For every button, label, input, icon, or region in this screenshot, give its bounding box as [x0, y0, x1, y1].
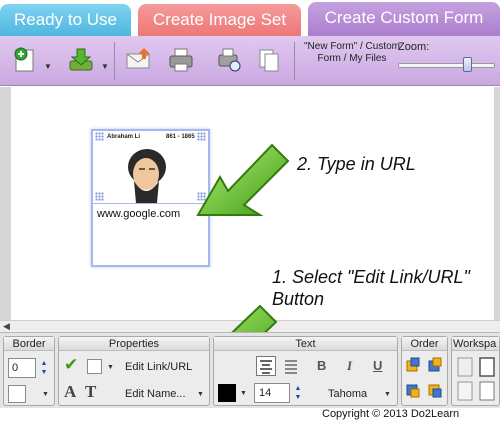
- toolbar-divider: [294, 42, 295, 80]
- underline-button[interactable]: U: [373, 358, 382, 373]
- toolbar-divider: [114, 42, 115, 80]
- italic-button[interactable]: I: [347, 358, 352, 374]
- properties-group-title: Properties: [59, 337, 209, 351]
- text-group: Text B I U ▼ 14 ▲ ▼ Tahoma ▼: [213, 336, 398, 406]
- chevron-down-icon[interactable]: ▼: [44, 62, 52, 71]
- fill-color-swatch[interactable]: [87, 359, 102, 374]
- instruction-step-1: 1. Select "Edit Link/URL" Button: [272, 267, 470, 309]
- stepper-down-icon[interactable]: ▼: [292, 393, 304, 402]
- chevron-down-icon[interactable]: ▼: [384, 391, 391, 398]
- tab-ready-to-use[interactable]: Ready to Use: [0, 4, 131, 36]
- zoom-slider-track[interactable]: [398, 63, 495, 68]
- order-group: Order: [401, 336, 448, 406]
- green-arrow-icon: [196, 143, 290, 216]
- border-width-stepper[interactable]: ▲ ▼: [38, 359, 50, 377]
- align-justify-icon[interactable]: [282, 357, 300, 375]
- tab-bar: Ready to Use Create Image Set Create Cus…: [0, 0, 500, 38]
- chevron-down-icon[interactable]: ▼: [107, 364, 114, 371]
- zoom-slider-thumb[interactable]: [463, 57, 472, 72]
- download-tray-icon: [69, 48, 93, 71]
- current-form-path: "New Form" / Custom Form / My Files: [303, 41, 400, 64]
- workspace-view-icons[interactable]: [456, 356, 498, 404]
- zoom-label: Zoom:: [398, 41, 430, 53]
- chevron-down-icon[interactable]: ▼: [197, 391, 204, 398]
- resize-grip-icon[interactable]: [95, 192, 104, 201]
- bold-button[interactable]: B: [317, 358, 326, 373]
- border-group: Border 0 ▲ ▼ ▼: [3, 336, 55, 406]
- new-page-icon: [14, 47, 34, 72]
- email-icon: [126, 48, 150, 69]
- print-button[interactable]: [166, 45, 196, 75]
- resize-grip-icon[interactable]: [95, 132, 104, 141]
- border-color-swatch[interactable]: [8, 385, 26, 403]
- edit-name-button[interactable]: Edit Name...: [125, 388, 186, 400]
- workspace-group-title: Workspa: [452, 337, 499, 351]
- card-url-text[interactable]: www.google.com: [97, 208, 180, 220]
- text-style-icon[interactable]: A: [64, 382, 76, 402]
- properties-group: Properties ✔ ▼ Edit Link/URL A T Edit Na…: [58, 336, 210, 406]
- workspace-group: Workspa: [451, 336, 500, 406]
- chevron-down-icon[interactable]: ▼: [42, 391, 49, 398]
- font-size-stepper[interactable]: ▲ ▼: [292, 384, 304, 402]
- new-page-button[interactable]: [10, 45, 40, 75]
- text-color-swatch[interactable]: [218, 384, 236, 402]
- copy-pages-icon: [259, 49, 279, 72]
- font-size-input[interactable]: 14: [254, 383, 290, 403]
- border-width-value: 0: [12, 362, 19, 374]
- tab-create-custom-form[interactable]: Create Custom Form: [308, 2, 500, 38]
- border-width-input[interactable]: 0: [8, 358, 36, 378]
- toolbar: ▼ ▼ "New Form" / Custom Form / My Files …: [0, 36, 500, 86]
- align-center-button[interactable]: [256, 356, 276, 376]
- chevron-down-icon[interactable]: ▼: [240, 390, 247, 397]
- edit-link-url-button[interactable]: Edit Link/URL: [125, 361, 192, 373]
- stepper-up-icon[interactable]: ▲: [292, 384, 304, 393]
- printer-icon: [169, 48, 193, 72]
- chevron-down-icon[interactable]: ▼: [101, 62, 109, 71]
- layer-order-icons: [406, 357, 442, 398]
- copyright-text: Copyright © 2013 Do2Learn: [322, 408, 460, 420]
- border-group-title: Border: [4, 337, 54, 351]
- tab-create-image-set[interactable]: Create Image Set: [138, 4, 301, 36]
- stepper-down-icon[interactable]: ▼: [38, 368, 50, 377]
- email-button[interactable]: [124, 45, 154, 75]
- properties-panel: Border 0 ▲ ▼ ▼ Properties ✔ ▼ Edit Link/…: [0, 332, 500, 408]
- clear-format-icon[interactable]: T: [85, 382, 96, 402]
- scroll-left-icon[interactable]: ◀: [3, 321, 10, 332]
- text-group-title: Text: [214, 337, 397, 351]
- app-window: Ready to Use Create Image Set Create Cus…: [0, 0, 500, 423]
- font-size-value: 14: [259, 387, 272, 399]
- checkmark-icon[interactable]: ✔: [64, 355, 78, 375]
- save-button[interactable]: [66, 45, 96, 75]
- font-family-select[interactable]: Tahoma: [328, 388, 367, 400]
- stepper-up-icon[interactable]: ▲: [38, 359, 50, 368]
- align-center-icon: [260, 360, 272, 374]
- instruction-step-2: 2. Type in URL: [297, 154, 416, 174]
- order-group-title: Order: [402, 337, 447, 351]
- print-preview-icon: [218, 48, 241, 72]
- print-preview-button[interactable]: [214, 45, 244, 75]
- copy-button[interactable]: [254, 45, 284, 75]
